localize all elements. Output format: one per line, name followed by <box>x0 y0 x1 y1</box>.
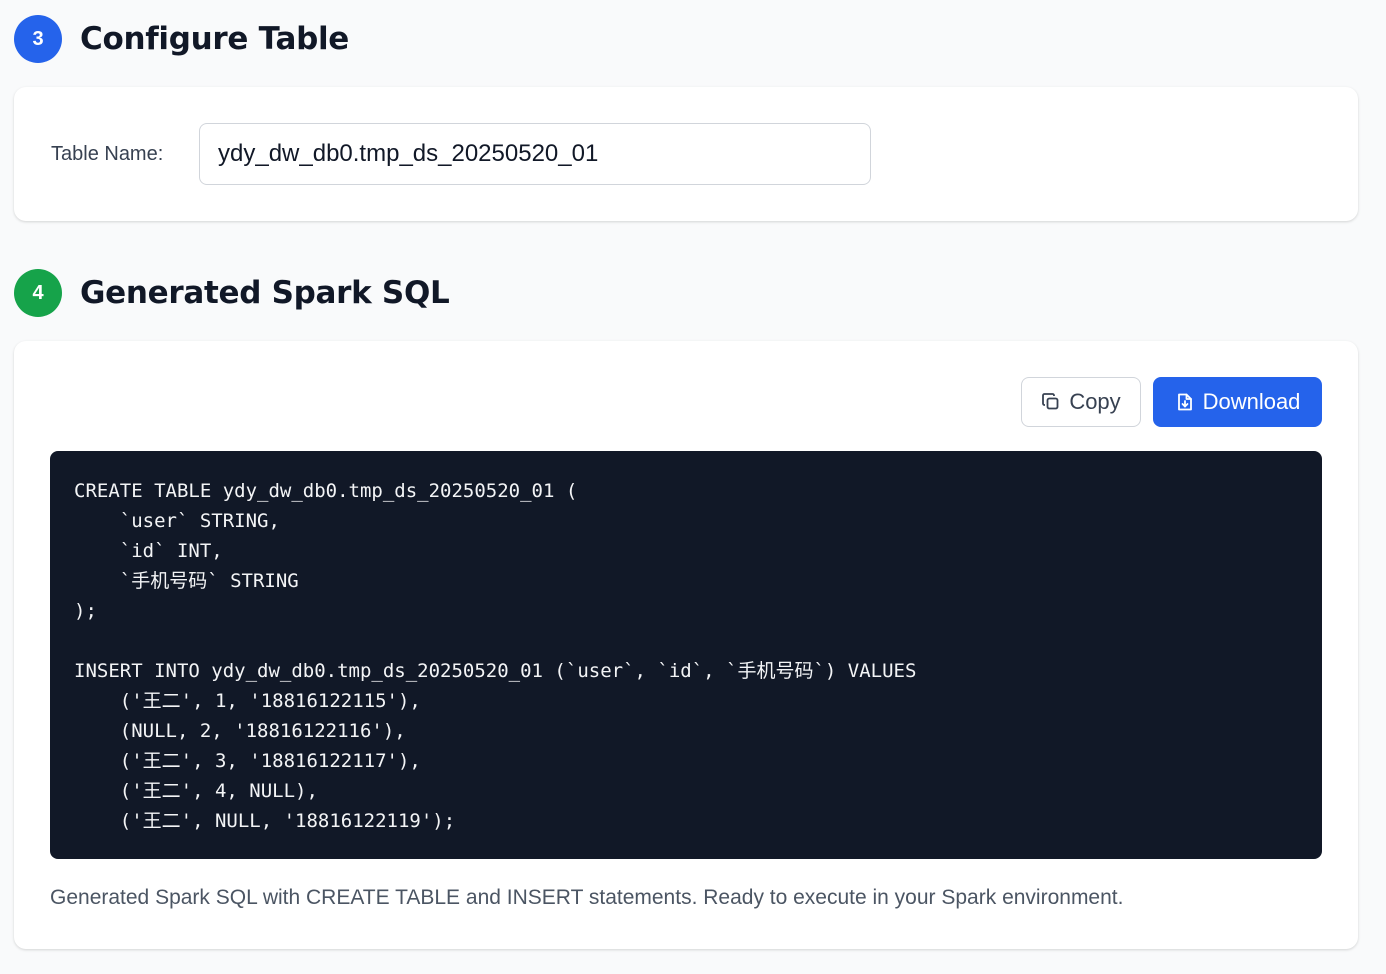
sql-line: ('王二', 4, NULL), <box>74 780 318 802</box>
sql-line: ('王二', NULL, '18816122119'); <box>74 810 456 832</box>
copy-button[interactable]: Copy <box>1021 377 1141 427</box>
step-3-badge: 3 <box>14 15 62 63</box>
sql-line: INSERT INTO ydy_dw_db0.tmp_ds_20250520_0… <box>74 660 917 682</box>
copy-label: Copy <box>1069 389 1121 414</box>
sql-line: (NULL, 2, '18816122116'), <box>74 720 406 742</box>
sql-line: `手机号码` STRING <box>74 570 299 592</box>
table-name-label: Table Name: <box>51 143 164 165</box>
sql-code: CREATE TABLE ydy_dw_db0.tmp_ds_20250520_… <box>74 476 1298 836</box>
sql-line: ('王二', 3, '18816122117'), <box>74 750 421 772</box>
generated-sql-card: Copy Download CREATE TABLE ydy_dw_db0.tm… <box>14 341 1358 949</box>
step-3-header: 3 Configure Table <box>14 15 349 63</box>
sql-line: `id` INT, <box>74 540 223 562</box>
copy-icon <box>1041 392 1061 412</box>
sql-line: `user` STRING, <box>74 510 280 532</box>
step-3-number: 3 <box>32 27 44 50</box>
table-name-input[interactable] <box>199 123 871 185</box>
configure-table-card: Table Name: <box>14 87 1358 221</box>
sql-code-block[interactable]: CREATE TABLE ydy_dw_db0.tmp_ds_20250520_… <box>50 451 1322 859</box>
download-button[interactable]: Download <box>1153 377 1322 427</box>
step-4-header: 4 Generated Spark SQL <box>14 269 450 317</box>
sql-line: CREATE TABLE ydy_dw_db0.tmp_ds_20250520_… <box>74 480 578 502</box>
sql-line: ('王二', 1, '18816122115'), <box>74 690 421 712</box>
step-4-number: 4 <box>32 281 44 304</box>
step-4-title: Generated Spark SQL <box>80 275 450 311</box>
sql-caption: Generated Spark SQL with CREATE TABLE an… <box>50 886 1124 909</box>
step-4-badge: 4 <box>14 269 62 317</box>
file-download-icon <box>1175 392 1195 412</box>
sql-line: ); <box>74 600 97 622</box>
download-label: Download <box>1202 389 1301 414</box>
step-3-title: Configure Table <box>80 21 350 57</box>
